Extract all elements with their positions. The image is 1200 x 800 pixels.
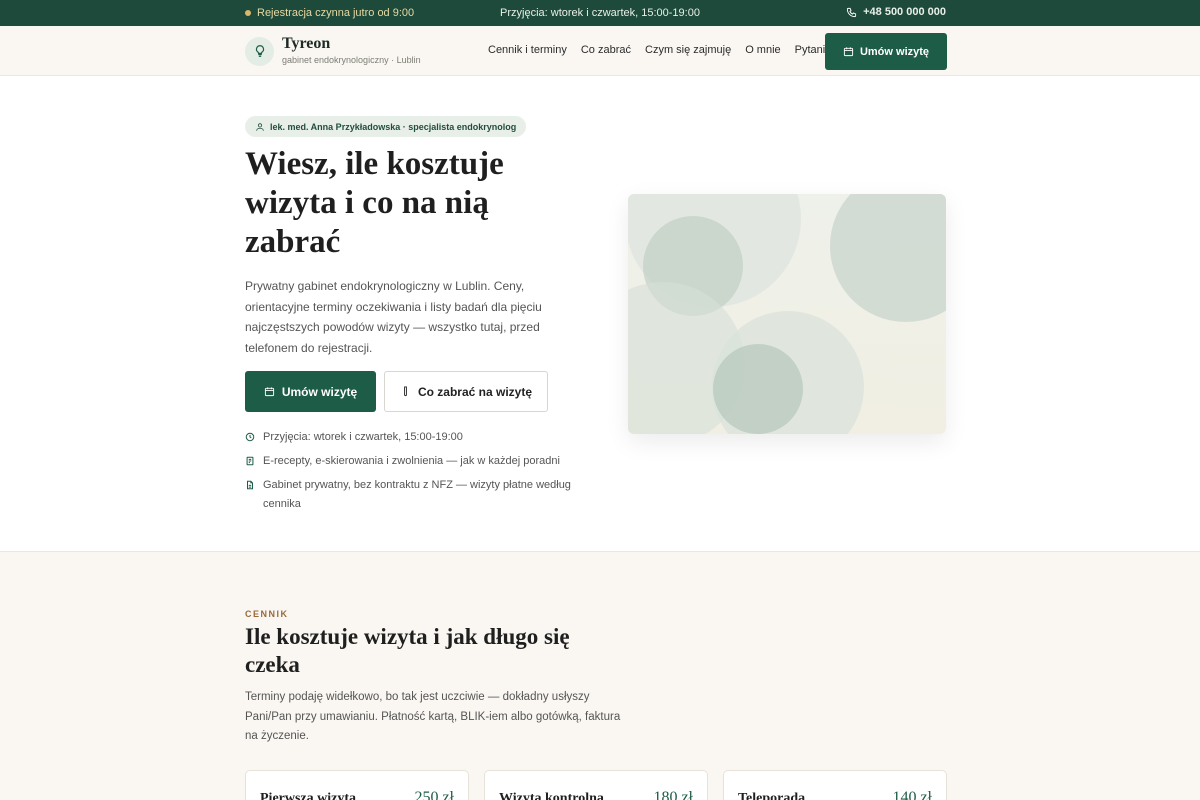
nav-link-what-to-bring[interactable]: Co zabrać [581,44,631,56]
test-tube-icon [404,386,407,397]
price-card-name: Pierwsza wizyta [260,791,357,800]
pricing-section: CENNIK Ile kosztuje wizyta i jak długo s… [0,551,1200,800]
brand-name: Tyreon [282,35,331,52]
price-card-price: 250 zł [414,789,454,800]
price-card-price: 140 zł [892,789,932,800]
hero-title: Wiesz, ile kosztuje wizyta i co na nią z… [245,146,504,260]
hero-illustration [628,194,946,434]
what-to-bring-button[interactable]: Co zabrać na wizytę [384,371,548,412]
section-eyebrow: CENNIK [245,609,289,619]
phone-link[interactable]: +48 500 000 000 [846,6,946,18]
book-visit-label: Umów wizytę [859,45,930,58]
price-card-price: 180 zł [653,789,693,800]
doctor-badge-text: lek. med. Anna Przykładowska · specjalis… [270,121,517,132]
brand-subtitle: gabinet endokrynologiczny · Lublin [282,55,421,65]
price-card-name: Teleporada [738,791,806,800]
book-visit-header-button[interactable]: Umów wizytę [825,33,947,70]
phone-icon [847,7,857,17]
document-icon [247,480,253,490]
hero-lead: Prywatny gabinet endokrynologiczny w Lub… [245,279,542,355]
clock-icon [245,432,255,442]
nav-link-services[interactable]: Czym się zajmuję [645,44,731,56]
main-nav: Cennik i terminy Co zabrać Czym się zajm… [488,44,831,56]
site-header: Tyreon gabinet endokrynologiczny · Lubli… [0,26,1200,76]
top-bar: Rejestracja czynna jutro od 9:00 Przyjęc… [0,0,1200,26]
hero-facts: Przyjęcia: wtorek i czwartek, 15:00-19:0… [245,428,595,519]
fact-item: Gabinet prywatny, bez kontraktu z NFZ — … [245,476,595,514]
office-hours: Przyjęcia: wtorek i czwartek, 15:00-19:0… [500,7,700,19]
what-to-bring-button-label: Co zabrać na wizytę [417,384,533,399]
calendar-icon [843,47,854,57]
fact-hours: Przyjęcia: wtorek i czwartek, 15:00-19:0… [263,431,463,443]
fact-prescriptions: E-recepty, e-skierowania i zwolnienia — … [263,455,560,467]
nav-link-about[interactable]: O mnie [745,44,780,56]
price-cards: Pierwsza wizyta 250 zł Wizyta kontrolna … [245,770,947,800]
calendar-icon [264,387,274,397]
logo-mark [245,36,274,66]
fact-private: Gabinet prywatny, bez kontraktu z NFZ — … [263,479,571,510]
price-card-teleconsultation[interactable]: Teleporada 140 zł [723,770,947,800]
book-visit-button-label: Umów wizytę [281,384,358,399]
logo-text: Tyreon gabinet endokrynologiczny · Lubli… [282,36,421,66]
lightbulb-icon [255,45,264,57]
fact-item: E-recepty, e-skierowania i zwolnienia — … [245,452,595,471]
logo[interactable]: Tyreon gabinet endokrynologiczny · Lubli… [245,36,421,66]
fact-item: Przyjęcia: wtorek i czwartek, 15:00-19:0… [245,428,595,447]
price-card-follow-up[interactable]: Wizyta kontrolna 180 zł [484,770,708,800]
user-icon [256,122,264,131]
price-card-name: Wizyta kontrolna [499,791,604,800]
phone-number: +48 500 000 000 [863,6,946,18]
pricing-lead: Terminy podaję widełkowo, bo tak jest uc… [245,691,621,742]
pricing-title: Ile kosztuje wizyta i jak długo się czek… [245,624,570,677]
price-card-first-visit[interactable]: Pierwsza wizyta 250 zł [245,770,469,800]
decorative-circles [628,194,946,434]
book-visit-button[interactable]: Umów wizytę [245,371,376,412]
nav-link-pricing[interactable]: Cennik i terminy [488,44,567,56]
doctor-badge: lek. med. Anna Przykładowska · specjalis… [245,116,527,137]
prescription-icon [246,456,254,466]
